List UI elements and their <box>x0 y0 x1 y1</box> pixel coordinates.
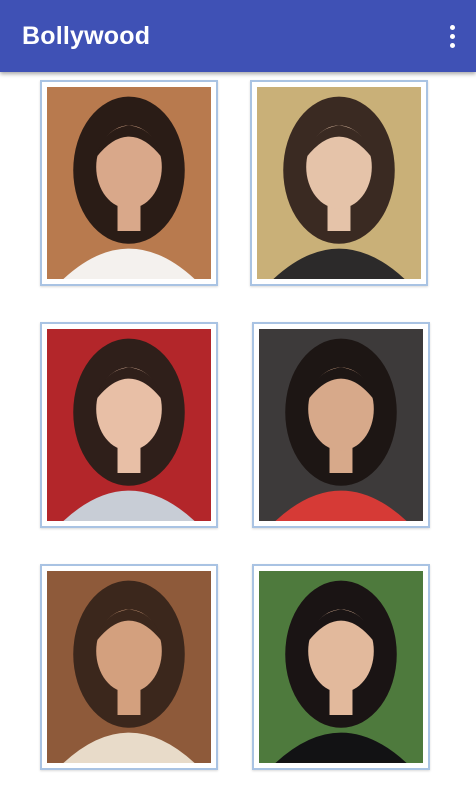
photo <box>47 329 211 521</box>
portrait-image <box>47 87 211 279</box>
photo-card-4[interactable] <box>252 322 430 528</box>
photo-card-2[interactable] <box>250 80 428 286</box>
menu-dot <box>449 42 455 48</box>
portrait-image <box>259 571 423 763</box>
portrait-image <box>257 87 421 279</box>
photo <box>47 571 211 763</box>
photo <box>259 571 423 763</box>
photo-card-5[interactable] <box>40 564 218 770</box>
app-title: Bollywood <box>22 22 151 50</box>
app-bar: Bollywood <box>0 0 476 72</box>
more-vert-icon[interactable] <box>442 20 462 52</box>
photo-card-6[interactable] <box>252 564 430 770</box>
photo <box>47 87 211 279</box>
photo <box>257 87 421 279</box>
photo <box>259 329 423 521</box>
photo-grid <box>0 72 476 800</box>
portrait-image <box>259 329 423 521</box>
portrait-image <box>47 329 211 521</box>
photo-card-1[interactable] <box>40 80 218 286</box>
portrait-image <box>47 571 211 763</box>
photo-card-3[interactable] <box>40 322 218 528</box>
menu-dot <box>449 24 455 30</box>
menu-dot <box>449 33 455 39</box>
